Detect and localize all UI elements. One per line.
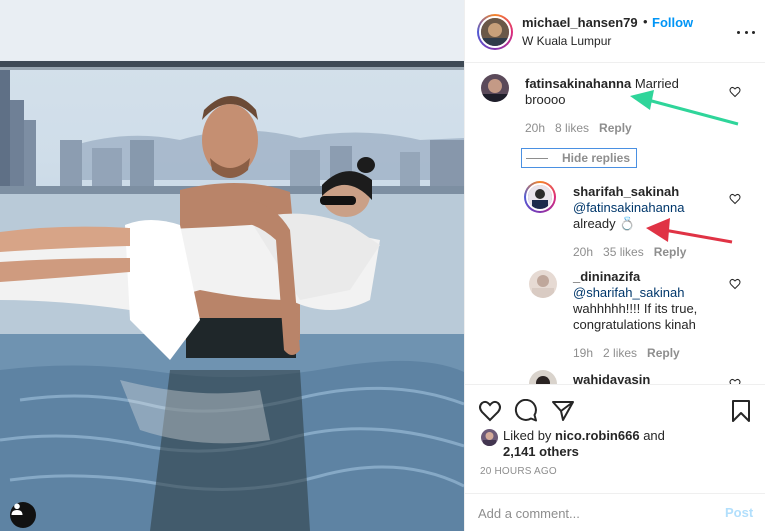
reply-text-line1: wahhhhh!!!! If its true, — [573, 301, 698, 316]
heart-icon[interactable] — [729, 278, 741, 290]
reply-username[interactable]: wahidayasin — [573, 372, 650, 384]
share-icon[interactable] — [551, 399, 575, 423]
author-avatar[interactable] — [477, 14, 513, 50]
comment-likes[interactable]: 8 likes — [555, 121, 589, 135]
more-options-icon[interactable] — [737, 24, 755, 40]
reply-avatar[interactable] — [524, 181, 556, 213]
post-side-panel: michael_hansen79 • Follow W Kuala Lumpur… — [464, 0, 765, 531]
reply-mention[interactable]: @fatinsakinahanna — [573, 200, 685, 215]
comment-username[interactable]: fatinsakinahanna — [525, 76, 631, 91]
commenter-avatar[interactable] — [481, 74, 509, 102]
follow-button[interactable]: Follow — [652, 15, 693, 30]
reply-time[interactable]: 20h — [573, 245, 593, 259]
reply-time[interactable]: 19h — [573, 346, 593, 360]
ring-emoji: 💍 — [619, 216, 636, 231]
post-comment-button[interactable]: Post — [725, 505, 753, 520]
reply-button[interactable]: Reply — [647, 346, 680, 360]
tagged-users-button[interactable] — [10, 502, 36, 528]
author-username[interactable]: michael_hansen79 — [522, 15, 638, 30]
post-header: michael_hansen79 • Follow W Kuala Lumpur — [465, 0, 765, 63]
comment-time[interactable]: 20h — [525, 121, 545, 135]
post-photo[interactable] — [0, 0, 464, 531]
reply-username[interactable]: sharifah_sakinah — [573, 184, 679, 199]
liked-by-prefix: Liked by — [503, 428, 556, 443]
comment-meta: 20h 8 likes Reply — [525, 121, 632, 135]
reply-text-line2: congratulations kinah — [573, 317, 696, 332]
post-timestamp[interactable]: 20 HOURS AGO — [480, 466, 557, 477]
likes-count[interactable]: 2,141 others — [503, 444, 579, 459]
reply-likes[interactable]: 35 likes — [603, 245, 644, 259]
reply-meta: 19h 2 likes Reply — [573, 346, 680, 360]
liked-by-connector: and — [639, 428, 665, 443]
reply-likes[interactable]: 2 likes — [603, 346, 637, 360]
reply-body: wahidayasin — [573, 372, 753, 384]
liker-avatar[interactable] — [481, 429, 498, 446]
green-annotation-arrow — [630, 90, 739, 126]
divider-line — [526, 157, 548, 159]
bookmark-icon[interactable] — [729, 399, 753, 423]
comment-input[interactable] — [478, 504, 708, 522]
heart-icon[interactable] — [729, 193, 741, 205]
reply-username[interactable]: _dininazifa — [573, 269, 640, 284]
reply-avatar[interactable] — [529, 270, 557, 298]
reply-body: _dininazifa @sharifah_sakinah wahhhhh!!!… — [573, 269, 753, 333]
hide-replies-button[interactable]: Hide replies — [521, 148, 638, 168]
person-icon — [11, 503, 23, 515]
add-comment-bar: Post — [465, 493, 765, 531]
red-annotation-arrow — [646, 218, 733, 244]
post-location[interactable]: W Kuala Lumpur — [522, 34, 611, 48]
reply-text: already — [573, 216, 616, 231]
reply-mention[interactable]: @sharifah_sakinah — [573, 285, 684, 300]
photo-scene — [0, 0, 464, 531]
reply-avatar[interactable] — [529, 370, 557, 384]
likes-text: Liked by nico.robin666 and 2,141 others — [503, 428, 733, 460]
post-actions — [465, 384, 765, 434]
dot-separator: • — [643, 14, 648, 29]
liker-username[interactable]: nico.robin666 — [555, 428, 640, 443]
heart-icon[interactable] — [478, 399, 502, 423]
hide-replies-label: Hide replies — [562, 151, 631, 165]
comment-icon[interactable] — [514, 399, 538, 423]
